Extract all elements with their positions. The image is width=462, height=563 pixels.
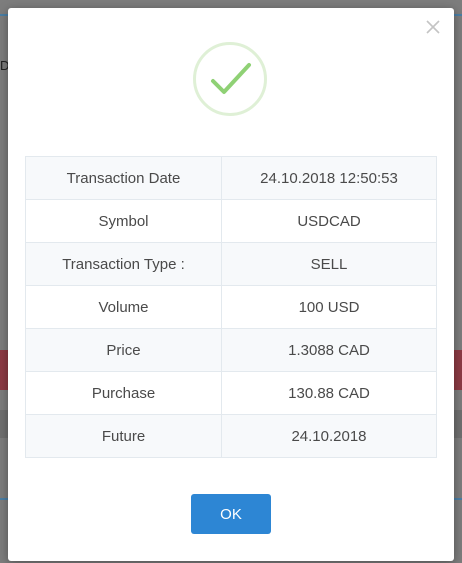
table-row: Purchase 130.88 CAD — [25, 371, 437, 415]
row-value: 100 USD — [221, 285, 437, 329]
table-row: Transaction Date 24.10.2018 12:50:53 — [25, 156, 437, 200]
row-value: 24.10.2018 — [221, 414, 437, 458]
close-icon[interactable] — [424, 18, 442, 36]
row-value: 1.3088 CAD — [221, 328, 437, 372]
row-label: Symbol — [25, 199, 222, 243]
row-value: 130.88 CAD — [221, 371, 437, 415]
transaction-success-dialog: Transaction Date 24.10.2018 12:50:53 Sym… — [8, 8, 454, 561]
row-label: Purchase — [25, 371, 222, 415]
table-row: Price 1.3088 CAD — [25, 328, 437, 372]
row-label: Future — [25, 414, 222, 458]
ok-button[interactable]: OK — [191, 494, 271, 534]
table-row: Transaction Type : SELL — [25, 242, 437, 286]
page: D Transaction Date 24.10.2018 12:50:53 S… — [0, 0, 462, 563]
transaction-details-table: Transaction Date 24.10.2018 12:50:53 Sym… — [25, 156, 437, 458]
row-label: Volume — [25, 285, 222, 329]
success-badge — [193, 42, 267, 116]
table-row: Symbol USDCAD — [25, 199, 437, 243]
checkmark-icon — [211, 63, 251, 94]
row-label: Transaction Type : — [25, 242, 222, 286]
table-row: Volume 100 USD — [25, 285, 437, 329]
row-label: Transaction Date — [25, 156, 222, 200]
table-row: Future 24.10.2018 — [25, 414, 437, 458]
row-value: USDCAD — [221, 199, 437, 243]
row-value: SELL — [221, 242, 437, 286]
row-value: 24.10.2018 12:50:53 — [221, 156, 437, 200]
row-label: Price — [25, 328, 222, 372]
